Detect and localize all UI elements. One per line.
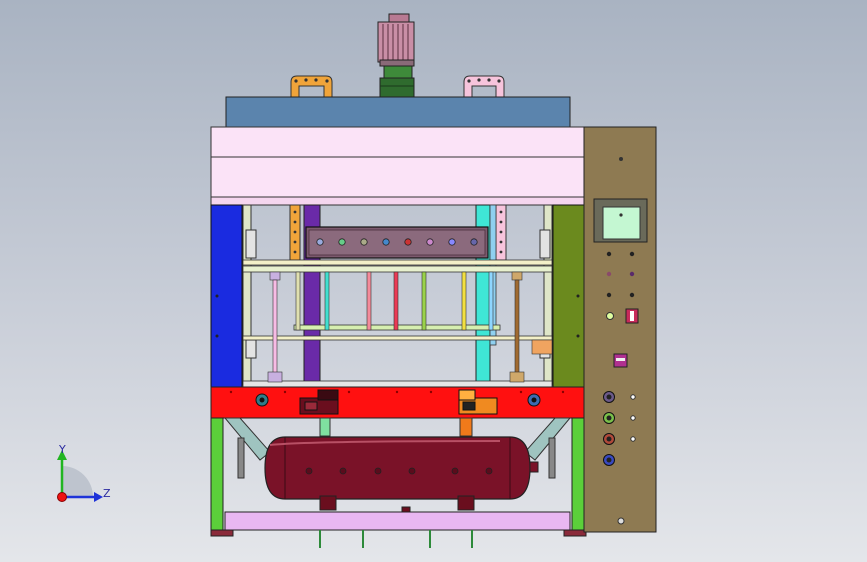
y-axis-label: Y [58,443,66,456]
lifting-lug-right [463,75,505,99]
drilled-post-left [289,204,301,261]
upper-platen[interactable] [305,226,489,259]
coordinate-triad: Y Z [57,443,111,502]
base-beam[interactable] [210,386,585,419]
control-cabinet[interactable] [583,126,657,533]
indicator-light [606,312,614,320]
cad-viewport[interactable]: Y Z [0,0,867,562]
air-tank[interactable] [264,436,539,514]
canopy[interactable] [210,126,585,206]
lifting-lug-left [290,75,333,99]
drilled-post-right [495,204,507,261]
z-axis-label: Z [103,487,111,500]
motor-assembly[interactable] [377,13,415,99]
base-plate [210,511,587,548]
top-cover[interactable] [225,96,571,129]
hmi-screen[interactable] [593,198,648,243]
